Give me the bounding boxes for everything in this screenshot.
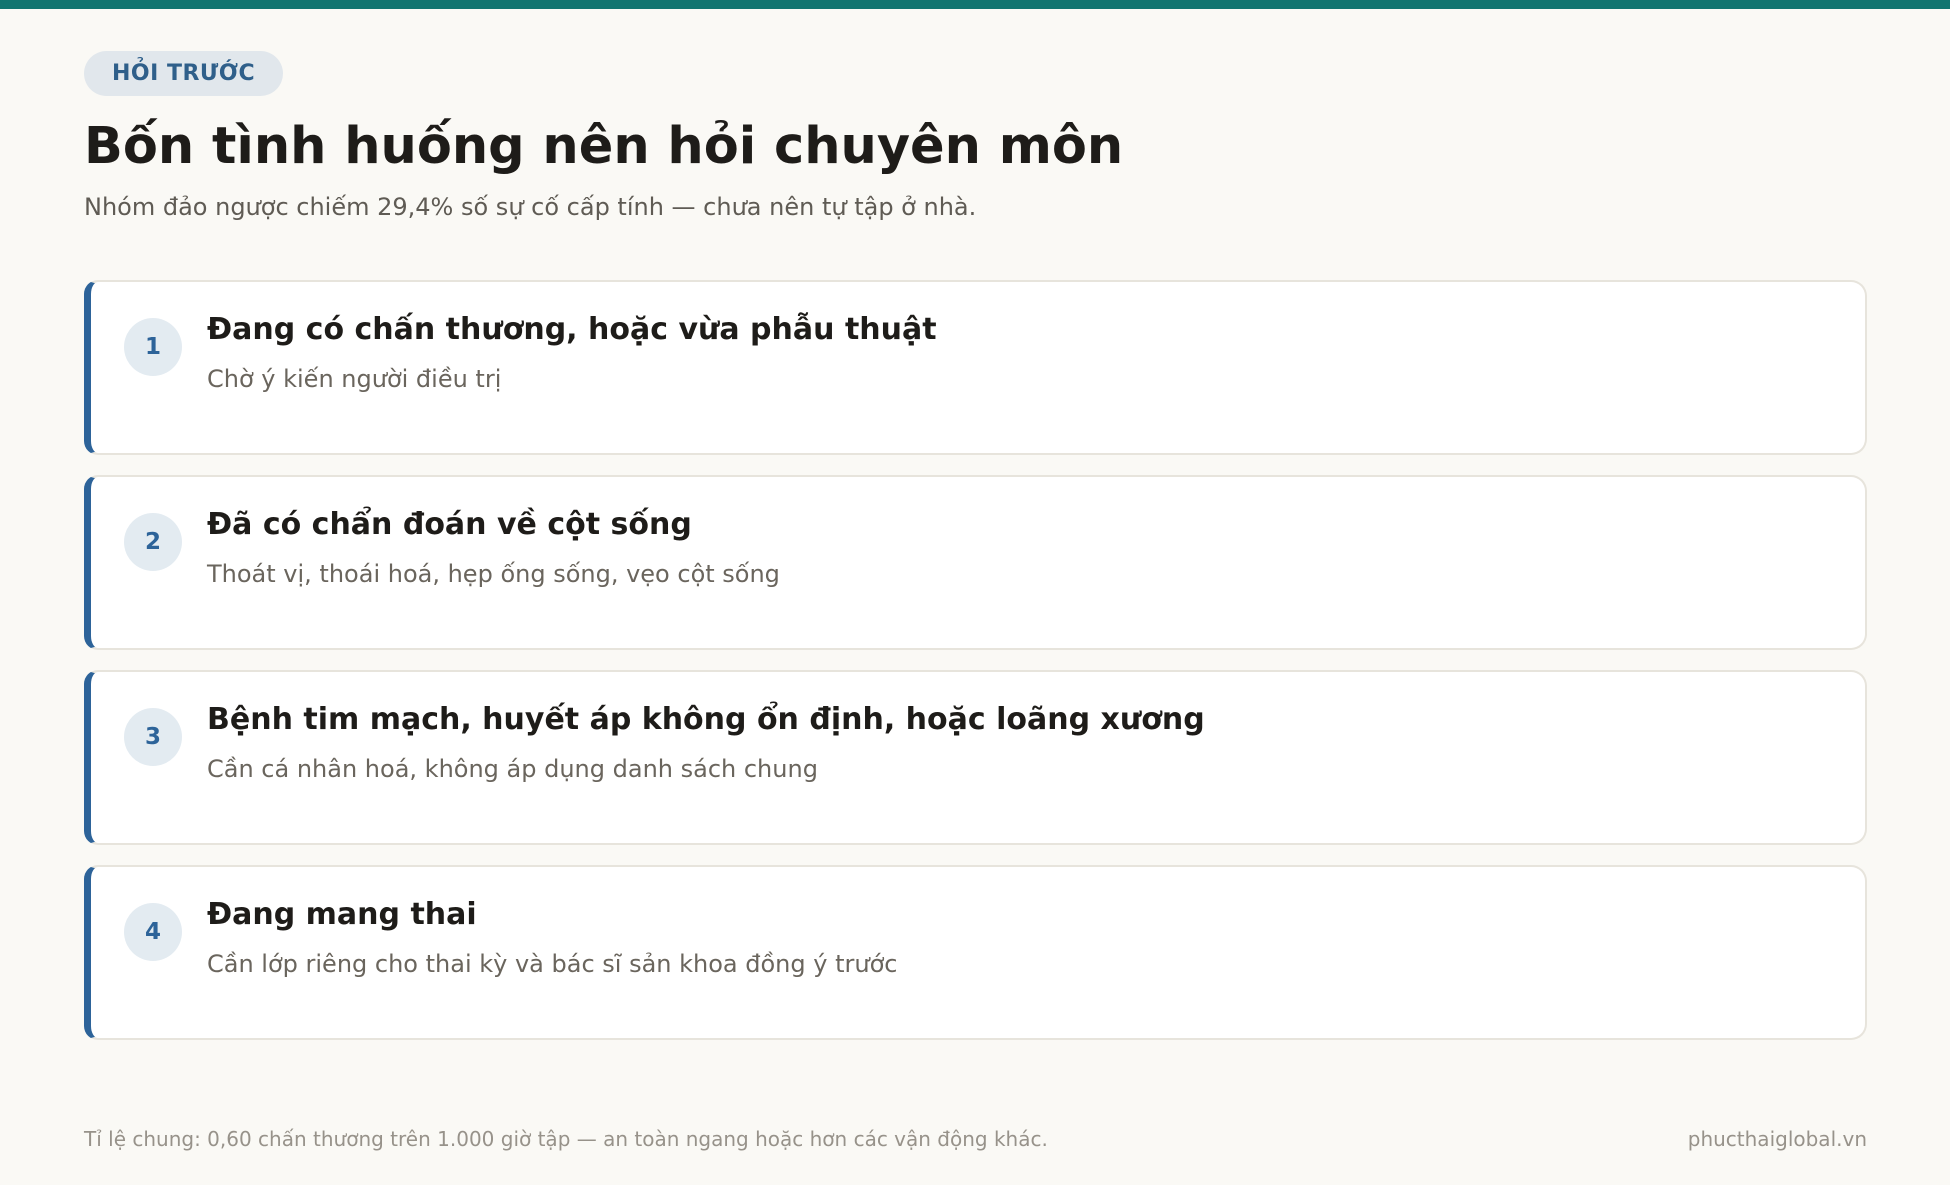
footer: Tỉ lệ chung: 0,60 chấn thương trên 1.000… xyxy=(84,1125,1867,1153)
page-title: Bốn tình huống nên hỏi chuyên môn xyxy=(84,117,1124,176)
top-accent-bar xyxy=(0,0,1950,9)
situation-card: 3 Bệnh tim mạch, huyết áp không ổn định,… xyxy=(84,670,1867,845)
card-title: Đã có chẩn đoán về cột sống xyxy=(207,507,692,542)
card-description: Thoát vị, thoái hoá, hẹp ống sống, vẹo c… xyxy=(207,560,780,588)
card-description: Cần lớp riêng cho thai kỳ và bác sĩ sản … xyxy=(207,950,898,978)
footer-note: Tỉ lệ chung: 0,60 chấn thương trên 1.000… xyxy=(84,1127,1048,1151)
card-title: Đang mang thai xyxy=(207,897,477,932)
card-number-badge: 2 xyxy=(124,513,182,571)
main-content: HỎI TRƯỚC Bốn tình huống nên hỏi chuyên … xyxy=(84,51,1867,1060)
card-number-badge: 4 xyxy=(124,903,182,961)
footer-site: phucthaiglobal.vn xyxy=(1687,1127,1867,1151)
card-title: Bệnh tim mạch, huyết áp không ổn định, h… xyxy=(207,702,1205,737)
page-subtitle: Nhóm đảo ngược chiếm 29,4% số sự cố cấp … xyxy=(84,193,977,221)
card-number-badge: 1 xyxy=(124,318,182,376)
situation-list: 1 Đang có chấn thương, hoặc vừa phẫu thu… xyxy=(84,280,1867,1040)
card-number-badge: 3 xyxy=(124,708,182,766)
situation-card: 4 Đang mang thai Cần lớp riêng cho thai … xyxy=(84,865,1867,1040)
card-description: Cần cá nhân hoá, không áp dụng danh sách… xyxy=(207,755,818,783)
situation-card: 1 Đang có chấn thương, hoặc vừa phẫu thu… xyxy=(84,280,1867,455)
card-title: Đang có chấn thương, hoặc vừa phẫu thuật xyxy=(207,312,937,347)
eyebrow-badge: HỎI TRƯỚC xyxy=(84,51,284,96)
situation-card: 2 Đã có chẩn đoán về cột sống Thoát vị, … xyxy=(84,475,1867,650)
card-description: Chờ ý kiến người điều trị xyxy=(207,365,502,393)
